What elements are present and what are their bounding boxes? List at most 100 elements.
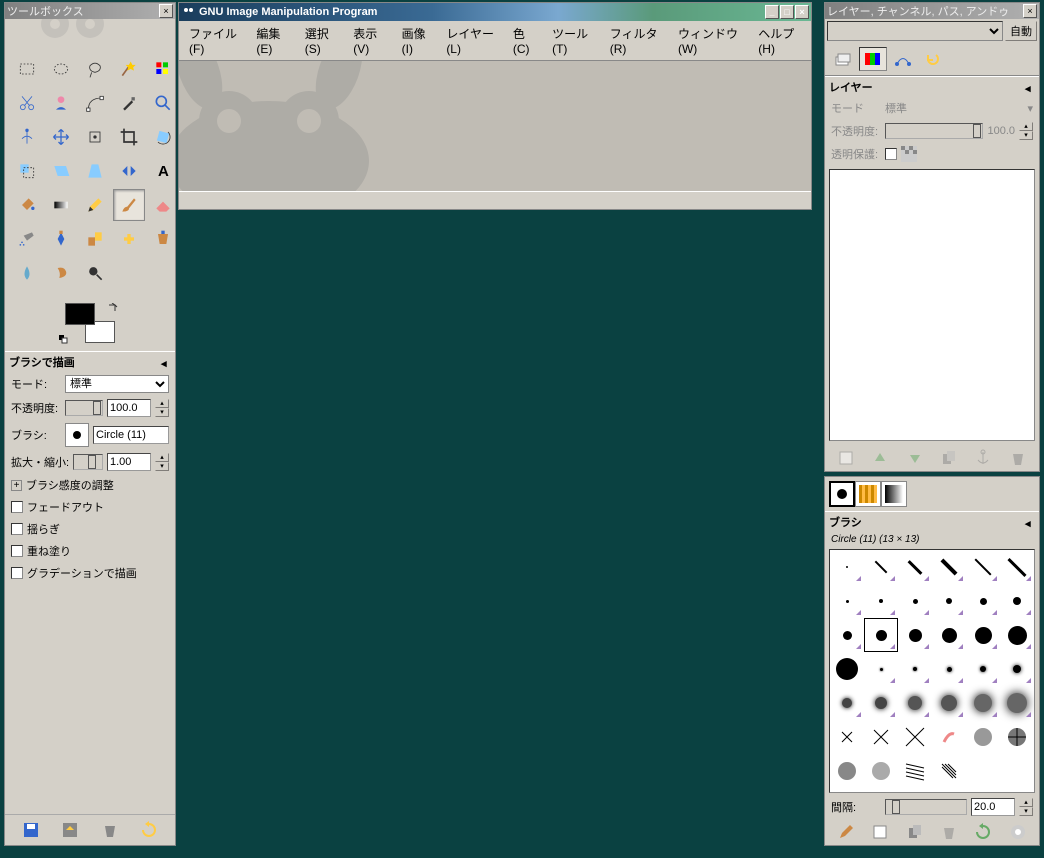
rotate-tool[interactable] — [147, 121, 179, 153]
eraser-tool[interactable] — [147, 189, 179, 221]
brush-preview[interactable] — [65, 423, 89, 447]
layer-opacity-spinner[interactable]: ▴▾ — [1019, 122, 1033, 140]
menu-colors[interactable]: 色(C) — [507, 23, 542, 58]
default-colors-icon[interactable] — [59, 335, 69, 345]
color-select-tool[interactable] — [147, 53, 179, 85]
fuzzy-select-tool[interactable] — [113, 53, 145, 85]
brush-item[interactable] — [864, 618, 898, 652]
menu-help[interactable]: ヘルプ(H) — [752, 23, 807, 58]
layers-tab[interactable] — [829, 47, 857, 71]
scale-tool[interactable] — [11, 155, 43, 187]
paths-tool[interactable] — [79, 87, 111, 119]
refresh-brush-icon[interactable] — [974, 823, 992, 841]
paintbrush-tool[interactable] — [113, 189, 145, 221]
brush-item[interactable] — [932, 686, 966, 720]
menu-select[interactable]: 選択(S) — [299, 23, 343, 58]
brush-item[interactable] — [932, 720, 966, 754]
brush-item[interactable] — [966, 550, 1000, 584]
brush-item[interactable] — [864, 686, 898, 720]
brush-item[interactable] — [898, 720, 932, 754]
brush-item[interactable] — [898, 754, 932, 788]
brush-item[interactable] — [830, 720, 864, 754]
foreground-color[interactable] — [65, 303, 95, 325]
spacing-input[interactable] — [971, 798, 1015, 816]
patterns-tab[interactable] — [855, 481, 881, 507]
scale-slider[interactable] — [73, 454, 103, 470]
menu-view[interactable]: 表示(V) — [347, 23, 391, 58]
brush-item[interactable] — [830, 652, 864, 686]
brush-item[interactable] — [1000, 618, 1034, 652]
gradients-tab[interactable] — [881, 481, 907, 507]
clone-tool[interactable] — [79, 223, 111, 255]
layer-list[interactable] — [829, 169, 1035, 441]
zoom-tool[interactable] — [147, 87, 179, 119]
menu-windows[interactable]: ウィンドウ(W) — [672, 23, 748, 58]
brush-item[interactable] — [1000, 686, 1034, 720]
open-brush-folder-icon[interactable] — [1009, 823, 1027, 841]
brush-item[interactable] — [864, 550, 898, 584]
anchor-layer-icon[interactable] — [974, 449, 992, 467]
brush-item[interactable] — [966, 720, 1000, 754]
brushes-tab[interactable] — [829, 481, 855, 507]
spacing-slider[interactable] — [885, 799, 967, 815]
brush-item[interactable] — [898, 584, 932, 618]
brush-item[interactable] — [864, 652, 898, 686]
shear-tool[interactable] — [45, 155, 77, 187]
lower-layer-icon[interactable] — [906, 449, 924, 467]
channels-tab[interactable] — [859, 47, 887, 71]
reset-options-icon[interactable] — [140, 821, 158, 839]
foreground-select-tool[interactable] — [45, 87, 77, 119]
lock-alpha-checkbox[interactable] — [885, 148, 897, 160]
close-icon[interactable]: × — [1023, 4, 1037, 18]
blur-tool[interactable] — [11, 257, 43, 289]
dropdown-icon[interactable]: ▾ — [1027, 102, 1033, 115]
brush-item[interactable] — [966, 686, 1000, 720]
menu-file[interactable]: ファイル(F) — [183, 23, 246, 58]
smudge-tool[interactable] — [45, 257, 77, 289]
new-brush-icon[interactable] — [871, 823, 889, 841]
brush-item[interactable] — [864, 584, 898, 618]
new-layer-icon[interactable] — [837, 449, 855, 467]
mode-select[interactable]: 標準 — [65, 375, 169, 393]
auto-button[interactable]: 自動 — [1005, 21, 1037, 41]
opacity-input[interactable] — [107, 399, 151, 417]
menu-edit[interactable]: 編集(E) — [250, 23, 294, 58]
heal-tool[interactable] — [113, 223, 145, 255]
raise-layer-icon[interactable] — [871, 449, 889, 467]
fadeout-checkbox[interactable] — [11, 501, 23, 513]
undo-tab[interactable] — [919, 47, 947, 71]
brush-item[interactable] — [830, 754, 864, 788]
delete-brush-icon[interactable] — [940, 823, 958, 841]
flip-tool[interactable] — [113, 155, 145, 187]
brush-item[interactable] — [966, 618, 1000, 652]
blend-tool[interactable] — [45, 189, 77, 221]
duplicate-brush-icon[interactable] — [906, 823, 924, 841]
edit-brush-icon[interactable] — [837, 823, 855, 841]
close-icon[interactable]: × — [159, 4, 173, 18]
incremental-checkbox[interactable] — [11, 545, 23, 557]
bucket-fill-tool[interactable] — [11, 189, 43, 221]
brush-item[interactable] — [898, 550, 932, 584]
maximize-icon[interactable]: □ — [780, 5, 794, 19]
brush-item[interactable] — [932, 618, 966, 652]
airbrush-tool[interactable] — [11, 223, 43, 255]
scissors-tool[interactable] — [11, 87, 43, 119]
brush-item[interactable] — [864, 754, 898, 788]
minimize-icon[interactable]: _ — [765, 5, 779, 19]
brush-item[interactable] — [830, 618, 864, 652]
color-picker-tool[interactable] — [113, 87, 145, 119]
scale-spinner[interactable]: ▴▾ — [155, 453, 169, 471]
align-tool[interactable] — [79, 121, 111, 153]
delete-layer-icon[interactable] — [1009, 449, 1027, 467]
brush-item[interactable] — [830, 584, 864, 618]
image-select[interactable] — [827, 21, 1003, 41]
brush-item[interactable] — [830, 550, 864, 584]
close-icon[interactable]: × — [795, 5, 809, 19]
layer-opacity-slider[interactable] — [885, 123, 983, 139]
gradient-checkbox[interactable] — [11, 567, 23, 579]
perspective-clone-tool[interactable] — [147, 223, 179, 255]
brush-item[interactable] — [830, 686, 864, 720]
brush-item[interactable] — [898, 686, 932, 720]
ink-tool[interactable] — [45, 223, 77, 255]
brush-item[interactable] — [864, 720, 898, 754]
